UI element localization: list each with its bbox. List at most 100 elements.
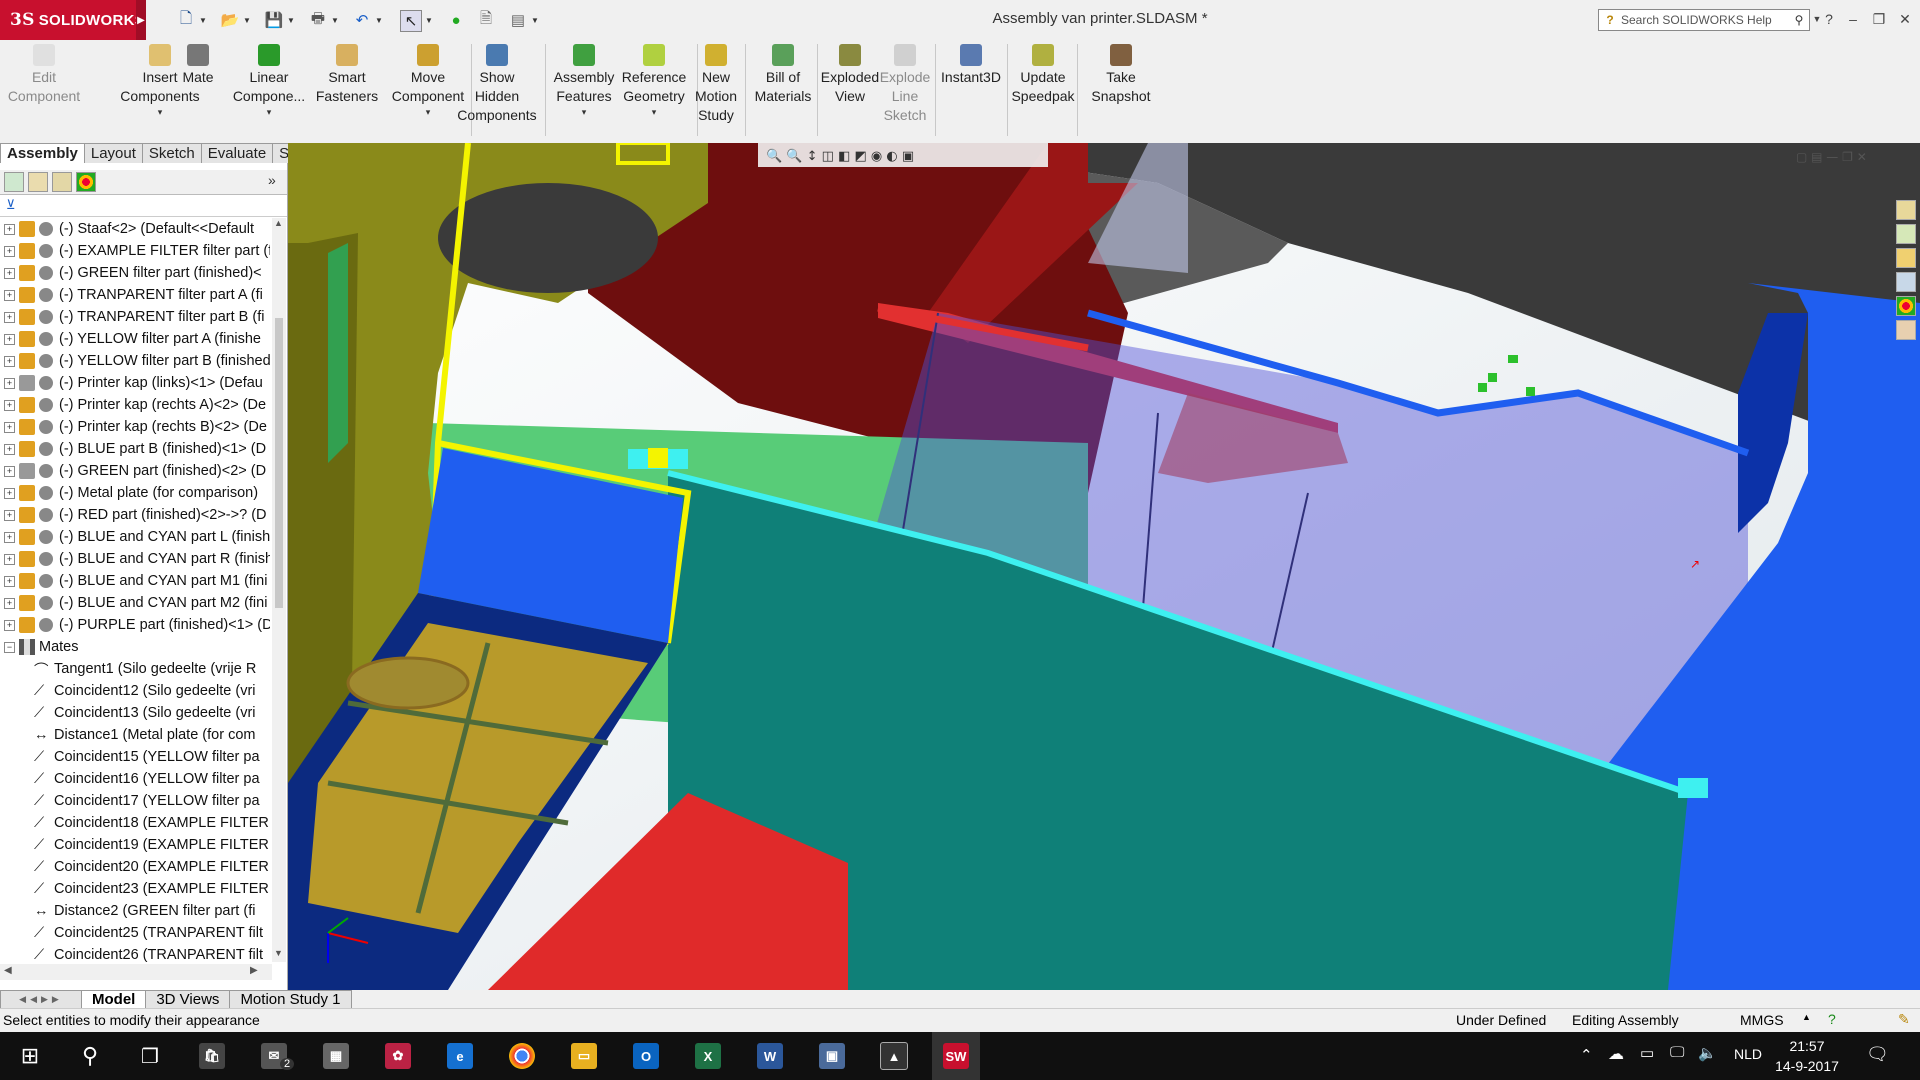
tree-component-row[interactable]: + (-) GREEN part (finished)<2> (D [0,460,270,482]
propertymanager-icon[interactable] [28,172,48,192]
mate-row[interactable]: ⟋ Coincident19 (EXAMPLE FILTER [0,834,270,856]
expand-icon[interactable]: + [4,377,15,389]
rebuild-icon[interactable]: ● [446,10,466,30]
dropdown-arrow-icon[interactable]: ▾ [582,106,587,118]
graphics-area[interactable]: ↗ 🔍 🔍 ↕ ◫ ◧ ◩ ◉ ◐ ▣ ▢ ▤ — ❐ ✕ [288,143,1920,990]
mate-row[interactable]: ⟋ Coincident15 (YELLOW filter pa [0,746,270,768]
open-icon[interactable]: 📂 [220,10,240,30]
mate-row[interactable]: ⟋ Coincident12 (Silo gedeelte (vri [0,680,270,702]
tree-component-row[interactable]: + (-) Printer kap (rechts A)<2> (De [0,394,270,416]
battery-icon[interactable]: ▭ [1640,1044,1654,1062]
tree-horizontal-scrollbar[interactable]: ◀ ▶ [0,964,272,980]
tab-motion-study-1[interactable]: Motion Study 1 [230,990,352,1009]
collapse-panel-icon[interactable]: » [268,172,276,188]
store-icon[interactable]: 🛍 [188,1032,236,1080]
tree-component-row[interactable]: + (-) BLUE and CYAN part L (finish [0,526,270,548]
design-library-icon[interactable] [1896,224,1916,244]
tree-component-row[interactable]: + (-) Metal plate (for comparison) [0,482,270,504]
units-dropdown-icon[interactable]: ▲ [1802,1012,1811,1022]
expand-icon[interactable]: + [4,443,15,455]
expand-icon[interactable]: + [4,355,15,367]
file-explorer-taskbar-icon[interactable]: ▭ [560,1032,608,1080]
tree-component-row[interactable]: + (-) Printer kap (links)<1> (Defau [0,372,270,394]
open-dropdown-icon[interactable]: ▼ [242,10,252,30]
search-input[interactable]: Search SOLIDWORKS Help [1621,13,1789,27]
minimize-icon[interactable]: – [1842,8,1864,30]
tab-sketch[interactable]: Sketch [142,143,202,164]
tree-component-row[interactable]: + (-) EXAMPLE FILTER filter part (f [0,240,270,262]
tree-component-row[interactable]: + (-) TRANPARENT filter part B (fi [0,306,270,328]
expand-icon[interactable]: + [4,465,15,477]
help-icon[interactable]: ? [1818,8,1840,30]
mail-icon[interactable]: ✉ 2 [250,1032,298,1080]
linear-component-pattern-button[interactable]: Linear Compone... ▾ [233,44,305,118]
tab-evaluate[interactable]: Evaluate [201,143,274,164]
expand-icon[interactable]: + [4,487,15,499]
edge-icon[interactable]: e [436,1032,484,1080]
appearances-icon[interactable] [1896,296,1916,316]
take-snapshot-button[interactable]: Take Snapshot [1086,44,1156,106]
undo-dropdown-icon[interactable]: ▼ [374,10,384,30]
file-properties-icon[interactable]: 🗎 [476,10,496,30]
dropdown-arrow-icon[interactable]: ▾ [158,106,163,118]
tree-component-row[interactable]: + (-) PURPLE part (finished)<1> (D [0,614,270,636]
select-pointer-icon[interactable]: ↖ [400,10,422,32]
print-icon[interactable]: 🖶 [308,10,328,30]
calculator-icon[interactable]: ▦ [312,1032,360,1080]
select-dropdown-icon[interactable]: ▼ [424,10,434,30]
tree-filter[interactable]: ⊻ [0,196,287,217]
mate-row[interactable]: ⟋ Coincident13 (Silo gedeelte (vri [0,702,270,724]
tab-layout[interactable]: Layout [84,143,143,164]
reference-geometry-button[interactable]: Reference Geometry ▾ [614,44,694,118]
chrome-icon[interactable] [498,1032,546,1080]
assembly-features-button[interactable]: Assembly Features ▾ [548,44,620,118]
configurationmanager-icon[interactable] [52,172,72,192]
search-help-box[interactable]: ? Search SOLIDWORKS Help ⚲ [1598,9,1810,31]
tree-component-row[interactable]: + (-) BLUE and CYAN part R (finish [0,548,270,570]
tree-component-row[interactable]: + (-) YELLOW filter part A (finishe [0,328,270,350]
tree-component-row[interactable]: + (-) YELLOW filter part B (finished [0,350,270,372]
new-document-icon[interactable]: 🗋 [176,10,196,30]
photos-icon[interactable]: ▲ [870,1032,918,1080]
new-dropdown-icon[interactable]: ▼ [198,10,208,30]
start-button[interactable]: ⊞ [6,1032,54,1080]
display-manager-icon[interactable] [76,172,96,192]
paint-icon[interactable]: ✿ [374,1032,422,1080]
network-app-icon[interactable]: ▣ [808,1032,856,1080]
tree-component-row[interactable]: + (-) RED part (finished)<2>->? (D [0,504,270,526]
tips-toggle-icon[interactable]: ✎ [1898,1011,1910,1028]
mate-row[interactable]: ⟋ Coincident26 (TRANPARENT filt [0,944,270,962]
expand-icon[interactable]: + [4,245,15,257]
expand-icon[interactable]: + [4,399,15,411]
mate-row[interactable]: ⟋ Coincident17 (YELLOW filter pa [0,790,270,812]
instant3d-button[interactable]: Instant3D [938,44,1004,87]
mates-folder[interactable]: − Mates [0,636,270,658]
show-hidden-components-button[interactable]: Show Hidden Components [452,44,542,125]
collapse-icon[interactable]: − [4,641,15,653]
mate-row[interactable]: ⟋ Coincident18 (EXAMPLE FILTER [0,812,270,834]
search-taskbar-icon[interactable]: ⚲ [66,1032,114,1080]
restore-icon[interactable]: ❐ [1868,8,1890,30]
expand-icon[interactable]: + [4,597,15,609]
filter-icon[interactable]: ⊻ [6,197,16,213]
mate-row[interactable]: ⟋ Coincident23 (EXAMPLE FILTER [0,878,270,900]
update-speedpak-button[interactable]: Update Speedpak [1011,44,1075,106]
expand-icon[interactable]: + [4,619,15,631]
save-icon[interactable]: 💾 [264,10,284,30]
expand-icon[interactable]: + [4,333,15,345]
expand-icon[interactable]: + [4,553,15,565]
units-selector[interactable]: MMGS [1740,1012,1784,1028]
tab-3d-views[interactable]: 3D Views [146,990,231,1009]
expand-icon[interactable]: + [4,289,15,301]
file-explorer-icon[interactable] [1896,248,1916,268]
expand-icon[interactable]: + [4,421,15,433]
expand-icon[interactable]: + [4,223,15,235]
word-icon[interactable]: W [746,1032,794,1080]
quick-tips-icon[interactable]: ? [1828,1011,1836,1027]
tree-component-row[interactable]: + (-) Staaf<2> (Default<<Default [0,218,270,240]
tree-vertical-scrollbar[interactable]: ▲ ▼ [272,218,286,962]
options-icon[interactable]: ▤ [508,10,528,30]
excel-icon[interactable]: X [684,1032,732,1080]
mate-row[interactable]: ↔ Distance1 (Metal plate (for com [0,724,270,746]
mate-row[interactable]: ⟋ Coincident20 (EXAMPLE FILTER [0,856,270,878]
